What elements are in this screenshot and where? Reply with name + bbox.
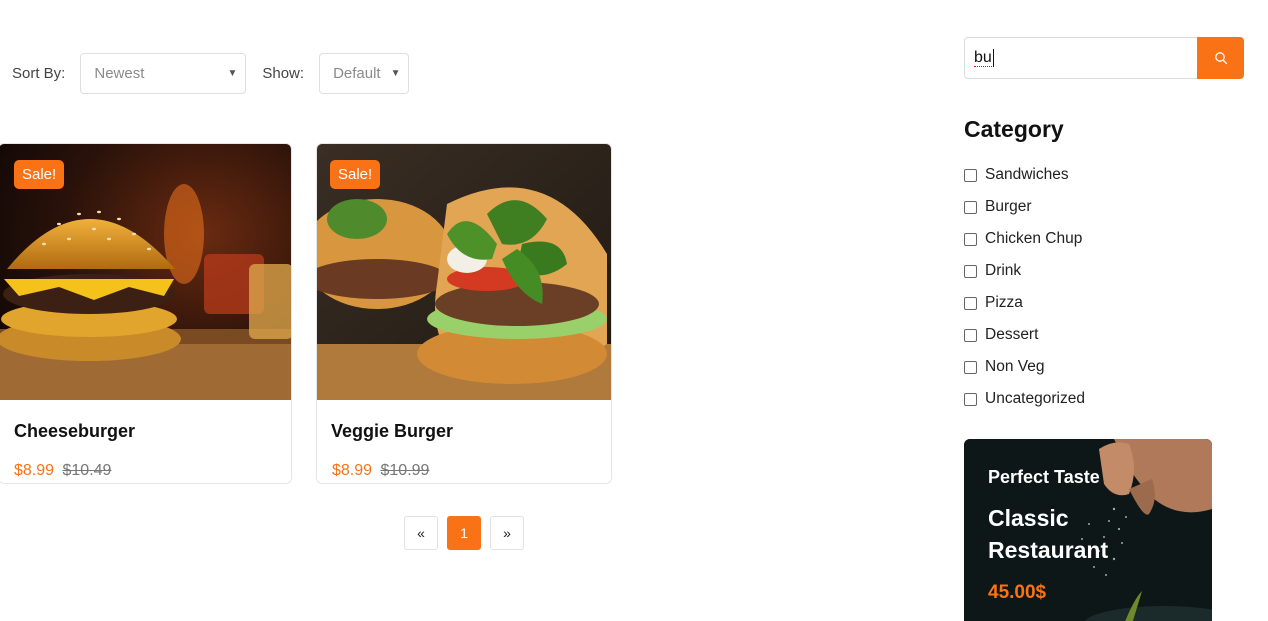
show-select-value: Default	[333, 65, 381, 82]
category-label: Uncategorized	[985, 390, 1085, 407]
current-price: $8.99	[14, 462, 55, 479]
old-price: $10.99	[380, 462, 430, 479]
next-page-button[interactable]: »	[490, 516, 524, 550]
prev-page-button[interactable]: «	[404, 516, 438, 550]
page-1-button[interactable]: 1	[447, 516, 481, 550]
product-image[interactable]: Sale!	[0, 144, 291, 400]
product-card[interactable]: Sale! Veggie Burger $8.99 $10.99	[316, 143, 612, 484]
product-price: $8.99 $10.49	[14, 462, 111, 480]
old-price: $10.49	[62, 462, 112, 479]
sale-badge: Sale!	[14, 160, 65, 189]
promo-tagline: Perfect Taste	[988, 467, 1100, 487]
show-label: Show:	[262, 65, 305, 82]
category-label: Drink	[985, 262, 1022, 279]
promo-price: 45.00$	[988, 582, 1047, 603]
category-checkbox[interactable]	[964, 296, 977, 310]
category-item[interactable]: Drink	[964, 255, 1085, 287]
category-label: Chicken Chup	[985, 230, 1083, 247]
pagination: « 1 »	[404, 516, 524, 550]
category-label: Pizza	[985, 294, 1023, 311]
category-label: Dessert	[985, 326, 1039, 343]
promo-banner[interactable]: Perfect Taste Classic Restaurant 45.00$	[964, 439, 1212, 621]
category-checkbox[interactable]	[964, 360, 977, 374]
category-label: Sandwiches	[985, 166, 1069, 183]
sort-label: Sort By:	[12, 65, 66, 82]
sale-badge: Sale!	[330, 160, 381, 189]
sort-select-value: Newest	[94, 65, 145, 82]
search-input-value: bu	[974, 48, 992, 67]
category-item[interactable]: Chicken Chup	[964, 223, 1085, 255]
category-item[interactable]: Sandwiches	[964, 159, 1085, 191]
product-name[interactable]: Veggie Burger	[331, 421, 453, 442]
category-checkbox[interactable]	[964, 168, 977, 182]
search-button[interactable]	[1197, 37, 1244, 79]
category-checkbox[interactable]	[964, 200, 977, 214]
category-item[interactable]: Non Veg	[964, 351, 1085, 383]
category-checkbox[interactable]	[964, 328, 977, 342]
category-checkbox[interactable]	[964, 264, 977, 278]
sort-toolbar: Sort By: Newest ▼ Show: Default ▼	[12, 53, 410, 94]
promo-title: Classic Restaurant	[988, 505, 1109, 563]
chevron-down-icon: ▼	[390, 68, 401, 79]
sort-select[interactable]: Newest ▼	[80, 53, 247, 94]
category-item[interactable]: Burger	[964, 191, 1085, 223]
product-card[interactable]: Sale! Cheeseburger $8.99 $10.49	[0, 143, 292, 484]
category-title: Category	[964, 116, 1064, 142]
category-item[interactable]: Dessert	[964, 319, 1085, 351]
text-caret	[992, 49, 994, 67]
category-checkbox[interactable]	[964, 392, 977, 406]
current-price: $8.99	[332, 462, 373, 479]
show-select[interactable]: Default ▼	[319, 53, 410, 94]
category-label: Non Veg	[985, 358, 1045, 375]
category-list: Sandwiches Burger Chicken Chup Drink Piz…	[964, 159, 1085, 415]
search-input[interactable]: bu	[964, 37, 1197, 79]
category-item[interactable]: Pizza	[964, 287, 1085, 319]
product-image[interactable]: Sale!	[317, 144, 611, 400]
product-price: $8.99 $10.99	[332, 462, 429, 480]
sidebar-search: bu	[964, 37, 1244, 79]
search-icon	[1214, 52, 1227, 65]
chevron-down-icon: ▼	[227, 68, 238, 79]
category-checkbox[interactable]	[964, 232, 977, 246]
product-name[interactable]: Cheeseburger	[14, 421, 135, 442]
category-item[interactable]: Uncategorized	[964, 383, 1085, 415]
category-label: Burger	[985, 198, 1032, 215]
